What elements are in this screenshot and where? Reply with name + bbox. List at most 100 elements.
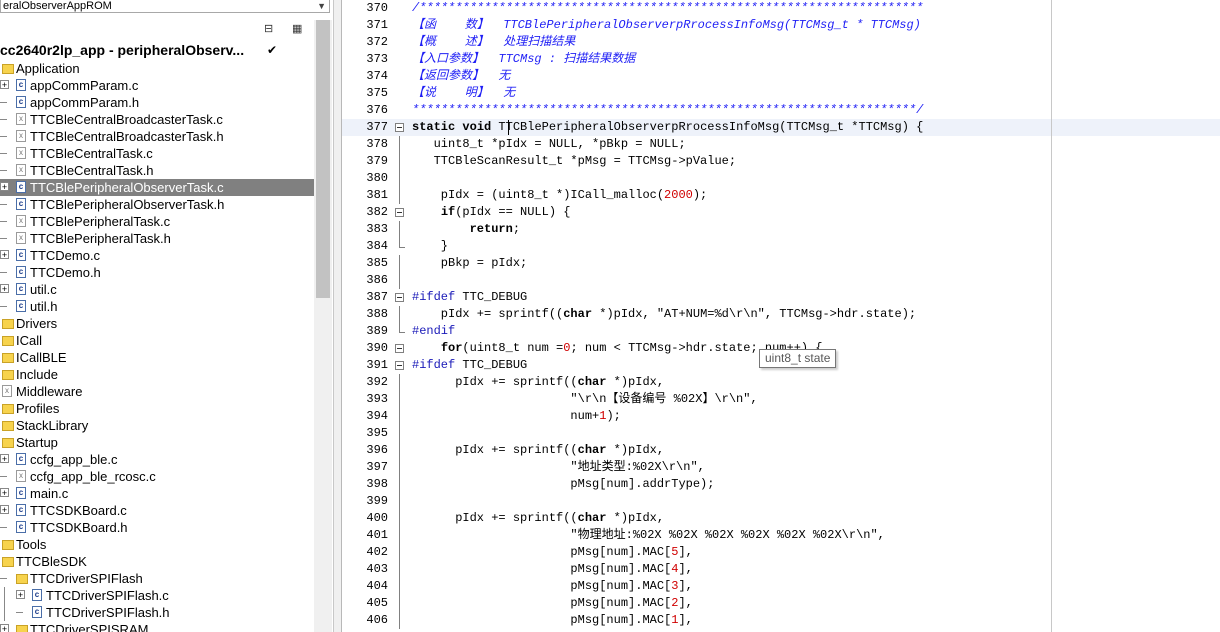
tree-file[interactable]: x ccfg_app_ble_rcosc.c	[0, 468, 314, 485]
code-line[interactable]: 394 num+1);	[342, 408, 1220, 425]
code-line[interactable]: 404 pMsg[num].MAC[3],	[342, 578, 1220, 595]
code-line[interactable]: 370 /************************************…	[342, 0, 1220, 17]
code-editor[interactable]: 370 /************************************…	[342, 0, 1220, 632]
fold-collapse-icon[interactable]	[395, 344, 404, 353]
tree-file[interactable]: + c appCommParam.c	[0, 77, 314, 94]
expand-icon[interactable]: +	[0, 488, 9, 498]
tree-folder[interactable]: Include	[0, 366, 314, 383]
expand-icon[interactable]: +	[0, 284, 9, 294]
tree-file[interactable]: c appCommParam.h	[0, 94, 314, 111]
tree-file[interactable]: c TTCDriverSPIFlash.h	[0, 604, 314, 621]
code-line[interactable]: 376 *************************************…	[342, 102, 1220, 119]
code-line[interactable]: 371 【函 数】 TTCBlePeripheralObserverpRroces…	[342, 17, 1220, 34]
chevron-down-icon[interactable]: ▼	[317, 0, 326, 12]
code-line[interactable]: 372 【概 述】 处理扫描结果	[342, 34, 1220, 51]
code-line[interactable]: 375 【说 明】 无	[342, 85, 1220, 102]
fold-collapse-icon[interactable]	[395, 123, 404, 132]
tree-file[interactable]: x TTCBleCentralBroadcasterTask.h	[0, 128, 314, 145]
fold-collapse-icon[interactable]	[395, 361, 404, 370]
line-number: 374	[366, 69, 388, 83]
expand-icon[interactable]: +	[0, 182, 9, 192]
expand-icon[interactable]: +	[0, 80, 9, 90]
code-line[interactable]: 403 pMsg[num].MAC[4],	[342, 561, 1220, 578]
code-line[interactable]: 398 pMsg[num].addrType);	[342, 476, 1220, 493]
tree-folder[interactable]: TTCDriverSPIFlash	[0, 570, 314, 587]
tree-folder[interactable]: TTCBleSDK	[0, 553, 314, 570]
tree-file[interactable]: c util.h	[0, 298, 314, 315]
panel-splitter[interactable]	[333, 0, 342, 632]
code-line[interactable]: 377 static void TTCBlePeripheralObserverp…	[342, 119, 1220, 136]
code-token: TTC_DEBUG	[455, 290, 528, 304]
code-line[interactable]: 400 pIdx += sprintf((char *)pIdx,	[342, 510, 1220, 527]
tree-file[interactable]: + c TTCDriverSPIFlash.c	[0, 587, 314, 604]
tree-scrollbar-thumb[interactable]	[316, 20, 330, 298]
tree-folder[interactable]: Profiles	[0, 400, 314, 417]
expand-icon[interactable]: +	[0, 505, 9, 515]
tree-expand-icon[interactable]: ⊟	[264, 22, 273, 35]
code-line[interactable]: 385 pBkp = pIdx;	[342, 255, 1220, 272]
tree-file[interactable]: x Middleware	[0, 383, 314, 400]
tree-file[interactable]: + c TTCDemo.c	[0, 247, 314, 264]
tree-file[interactable]: + c util.c	[0, 281, 314, 298]
code-line[interactable]: 401 "物理地址:%02X %02X %02X %02X %02X %02X\…	[342, 527, 1220, 544]
tree-folder[interactable]: Application	[0, 60, 314, 77]
tree-folder[interactable]: + TTCDriverSPISRAM	[0, 621, 314, 632]
tree-file[interactable]: + c TTCBlePeripheralObserverTask.c	[0, 179, 314, 196]
expand-icon[interactable]: +	[16, 590, 25, 600]
code-line[interactable]: 384 }	[342, 238, 1220, 255]
code-text: pMsg[num].MAC[1],	[412, 612, 692, 629]
code-line[interactable]: 381 pIdx = (uint8_t *)ICall_malloc(2000)…	[342, 187, 1220, 204]
code-line[interactable]: 402 pMsg[num].MAC[5],	[342, 544, 1220, 561]
tree-file[interactable]: x TTCBleCentralTask.h	[0, 162, 314, 179]
code-line[interactable]: 392 pIdx += sprintf((char *)pIdx,	[342, 374, 1220, 391]
fold-collapse-icon[interactable]	[395, 208, 404, 217]
tree-folder[interactable]: Startup	[0, 434, 314, 451]
tree-file[interactable]: c TTCSDKBoard.h	[0, 519, 314, 536]
c-file-icon: c	[16, 300, 26, 312]
tree-file[interactable]: x TTCBlePeripheralTask.h	[0, 230, 314, 247]
tree-folder[interactable]: Drivers	[0, 315, 314, 332]
tree-file[interactable]: c TTCDemo.h	[0, 264, 314, 281]
code-line[interactable]: 373 【入口参数】 TTCMsg : 扫描结果数据	[342, 51, 1220, 68]
code-line[interactable]: 387 #ifdef TTC_DEBUG	[342, 289, 1220, 306]
code-line[interactable]: 405 pMsg[num].MAC[2],	[342, 595, 1220, 612]
code-line[interactable]: 379 TTCBleScanResult_t *pMsg = TTCMsg->p…	[342, 153, 1220, 170]
code-token: );	[692, 188, 708, 202]
tree-file[interactable]: + c TTCSDKBoard.c	[0, 502, 314, 519]
code-line[interactable]: 397 "地址类型:%02X\r\n",	[342, 459, 1220, 476]
tree-folder[interactable]: Tools	[0, 536, 314, 553]
code-line[interactable]: 395	[342, 425, 1220, 442]
tree-file[interactable]: x TTCBleCentralTask.c	[0, 145, 314, 162]
tree-folder[interactable]: ICallBLE	[0, 349, 314, 366]
code-line[interactable]: 374 【返回参数】 无	[342, 68, 1220, 85]
tree-file[interactable]: + c main.c	[0, 485, 314, 502]
expand-icon[interactable]: +	[0, 250, 9, 260]
tree-folder[interactable]: ICall	[0, 332, 314, 349]
code-line[interactable]: 399	[342, 493, 1220, 510]
line-number: 373	[366, 52, 388, 66]
code-line[interactable]: 380	[342, 170, 1220, 187]
code-line[interactable]: 389 #endif	[342, 323, 1220, 340]
line-number: 385	[366, 256, 388, 270]
fold-collapse-icon[interactable]	[395, 293, 404, 302]
tree-file[interactable]: + c ccfg_app_ble.c	[0, 451, 314, 468]
expand-icon[interactable]: +	[0, 624, 9, 632]
code-line[interactable]: 396 pIdx += sprintf((char *)pIdx,	[342, 442, 1220, 459]
project-title[interactable]: cc2640r2lp_app - peripheralObserv...	[0, 42, 244, 58]
expand-icon[interactable]: +	[0, 454, 9, 464]
code-line[interactable]: 383 return;	[342, 221, 1220, 238]
tree-file[interactable]: c TTCBlePeripheralObserverTask.h	[0, 196, 314, 213]
code-line[interactable]: 378 uint8_t *pIdx = NULL, *pBkp = NULL;	[342, 136, 1220, 153]
tree-folder[interactable]: StackLibrary	[0, 417, 314, 434]
code-line[interactable]: 382 if(pIdx == NULL) {	[342, 204, 1220, 221]
code-line[interactable]: 406 pMsg[num].MAC[1],	[342, 612, 1220, 629]
line-number: 378	[366, 137, 388, 151]
tree-options-icon[interactable]: ▦	[292, 22, 302, 35]
code-line[interactable]: 388 pIdx += sprintf((char *)pIdx, "AT+NU…	[342, 306, 1220, 323]
tree-file[interactable]: x TTCBleCentralBroadcasterTask.c	[0, 111, 314, 128]
code-line[interactable]: 393 "\r\n【设备编号 %02X】\r\n",	[342, 391, 1220, 408]
code-token: pIdx += sprintf((	[412, 307, 564, 321]
configuration-dropdown[interactable]: eralObserverAppROM ▼	[0, 0, 330, 13]
tree-file[interactable]: x TTCBlePeripheralTask.c	[0, 213, 314, 230]
code-line[interactable]: 386	[342, 272, 1220, 289]
